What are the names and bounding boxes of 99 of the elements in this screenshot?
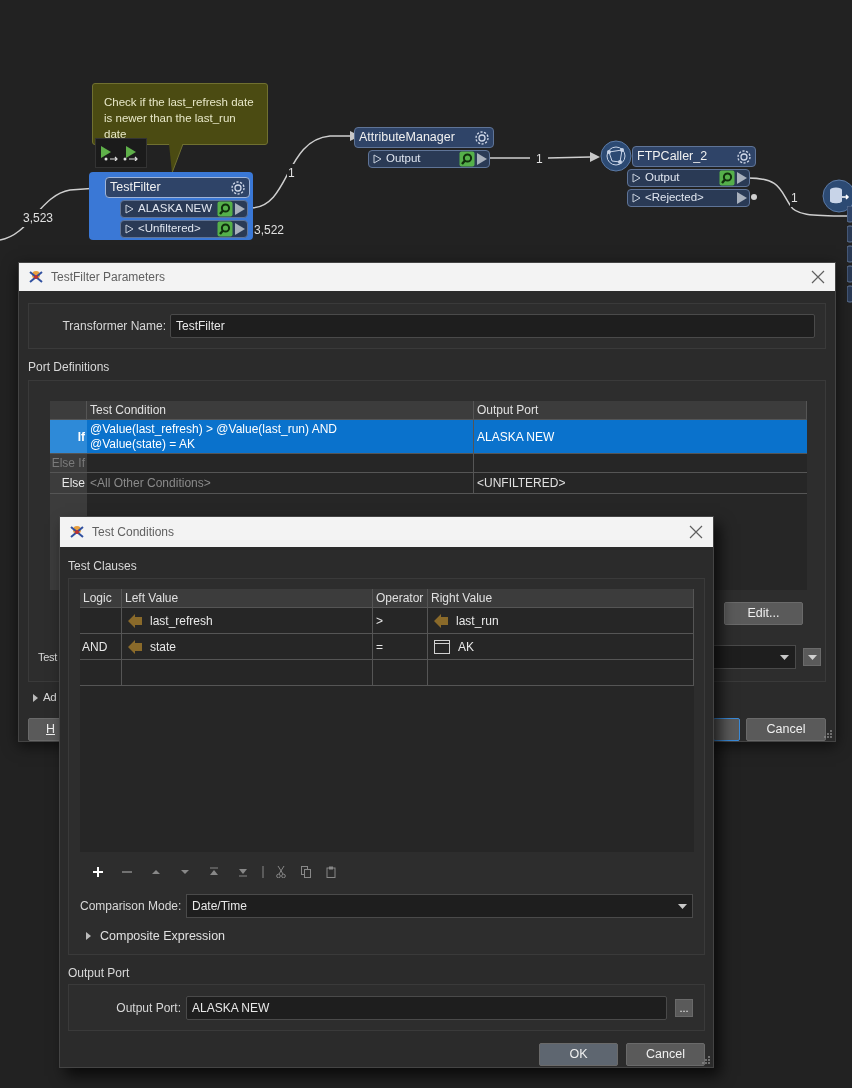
port-arrow-icon [737,192,747,204]
table-cell: <All Other Conditions> [87,473,474,493]
field-label: Test [38,649,57,665]
transformer-header[interactable]: AttributeManager [354,127,494,148]
transformer-name: FTPCaller_2 [637,148,708,166]
text-value-icon [434,639,450,654]
resize-grip-icon [823,729,833,739]
dialog-button[interactable]: OK [539,1043,618,1066]
section-label: Port Definitions [28,359,110,375]
field-label: Transformer Name: [61,318,166,335]
port-arrow-icon [737,172,747,184]
port-label: <Rejected> [645,190,705,206]
attribute-arrow-icon [434,613,448,628]
add-icon[interactable] [93,867,103,877]
table-cell-text: last_run [456,612,499,630]
move-down-icon[interactable] [180,867,190,877]
expand-triangle-icon[interactable] [33,694,38,702]
table-cell-text: state [150,638,176,656]
port-label: ALASKA NEW [138,201,214,217]
output-port[interactable]: Output [627,169,750,187]
app-logo-icon [27,268,45,286]
output-port[interactable]: <Rejected> [627,189,750,207]
settings-icon[interactable] [230,179,246,196]
column-header: Logic [80,589,122,608]
expand-triangle-icon[interactable] [86,932,92,940]
section-toggle[interactable]: Composite Expression [100,926,226,946]
port-label: <Unfiltered> [138,221,202,237]
window-title: TestFilter Parameters [51,269,167,286]
table-cell: @Value(last_refresh) > @Value(last_run) AND @Value(state) = AK [87,420,474,453]
move-up-icon[interactable] [151,867,161,877]
inspect-icon[interactable] [459,151,475,167]
table-cell: > [373,608,428,633]
dropdown-field[interactable]: Date/Time [186,894,693,918]
table-cell: = [373,634,428,659]
output-port[interactable]: ALASKA NEW [120,200,248,218]
port-arrow-icon [477,153,487,165]
transformer-header[interactable]: TestFilter [105,177,250,198]
resize-grip-icon [701,1055,711,1065]
dialog-button[interactable]: Cancel [626,1043,705,1066]
browse-button[interactable]: ... [675,998,693,1017]
output-port[interactable]: Output [368,150,490,168]
cut-icon[interactable] [276,866,286,878]
table-cell: ALASKA NEW [474,420,807,453]
section-label: Test Clauses [68,558,137,574]
dropdown-arrow-icon [678,903,687,909]
dropdown-arrow-icon [807,654,817,660]
section-label: Ad [43,690,57,706]
move-bottom-icon[interactable] [238,867,248,877]
settings-icon[interactable] [474,129,490,146]
field-label: Comparison Mode: [80,898,183,915]
port-triangle-icon [373,154,382,164]
dropdown-button[interactable] [803,648,821,666]
annotation-note: Check if the last_refresh date is newer than the last_run date [92,83,268,145]
table-cell-text: last_refresh [150,612,213,630]
edit-button[interactable]: Edit... [724,602,803,625]
column-header: Operator [373,589,428,608]
app-logo-icon [68,523,86,541]
ok-button[interactable] [713,718,740,741]
port-end-dot-icon [750,193,758,201]
inspect-icon[interactable] [217,221,233,237]
transformer-name: AttributeManager [359,129,455,147]
close-icon[interactable] [811,270,825,284]
globe-network-icon [600,140,632,172]
window-title: Test Conditions [92,524,176,541]
move-top-icon[interactable] [209,867,219,877]
field-label: Output Port: [115,999,181,1017]
port-label: Output [645,170,681,186]
run-from-here-icon[interactable] [100,145,118,161]
database-node-icon [822,179,852,213]
attribute-arrow-icon [128,639,142,654]
port-arrow-icon [235,203,245,215]
feature-count: 3,523 [22,209,55,227]
settings-icon[interactable] [736,148,752,165]
close-icon[interactable] [689,525,703,539]
dropdown-arrow-icon [780,654,789,660]
name-field[interactable]: TestFilter [170,314,815,338]
attribute-arrow-icon [128,613,142,628]
column-header: Left Value [122,589,373,608]
cancel-button[interactable]: Cancel [746,718,826,741]
table-cell: AND [80,634,122,659]
row-header[interactable]: If [50,420,87,453]
port-arrow-icon [235,223,245,235]
paste-icon[interactable] [326,866,336,878]
toolbar-separator [262,866,264,878]
output-port-field[interactable]: ALASKA NEW [186,995,667,1020]
transformer-header[interactable]: FTPCaller_2 [632,146,756,167]
inspect-icon[interactable] [719,170,735,186]
copy-icon[interactable] [301,866,311,878]
port-label: Output [386,151,422,167]
transformer-name: TestFilter [110,179,161,197]
table-cell-text: AK [458,638,474,656]
dropdown-value: Date/Time [192,898,248,915]
column-header: Right Value [428,589,694,608]
section-label: Output Port [68,965,130,981]
connector-arrow [547,152,600,162]
output-port[interactable]: <Unfiltered> [120,220,248,238]
row-header[interactable]: Else [50,473,87,493]
annotation-pointer [169,144,185,174]
inspect-icon[interactable] [217,201,233,217]
